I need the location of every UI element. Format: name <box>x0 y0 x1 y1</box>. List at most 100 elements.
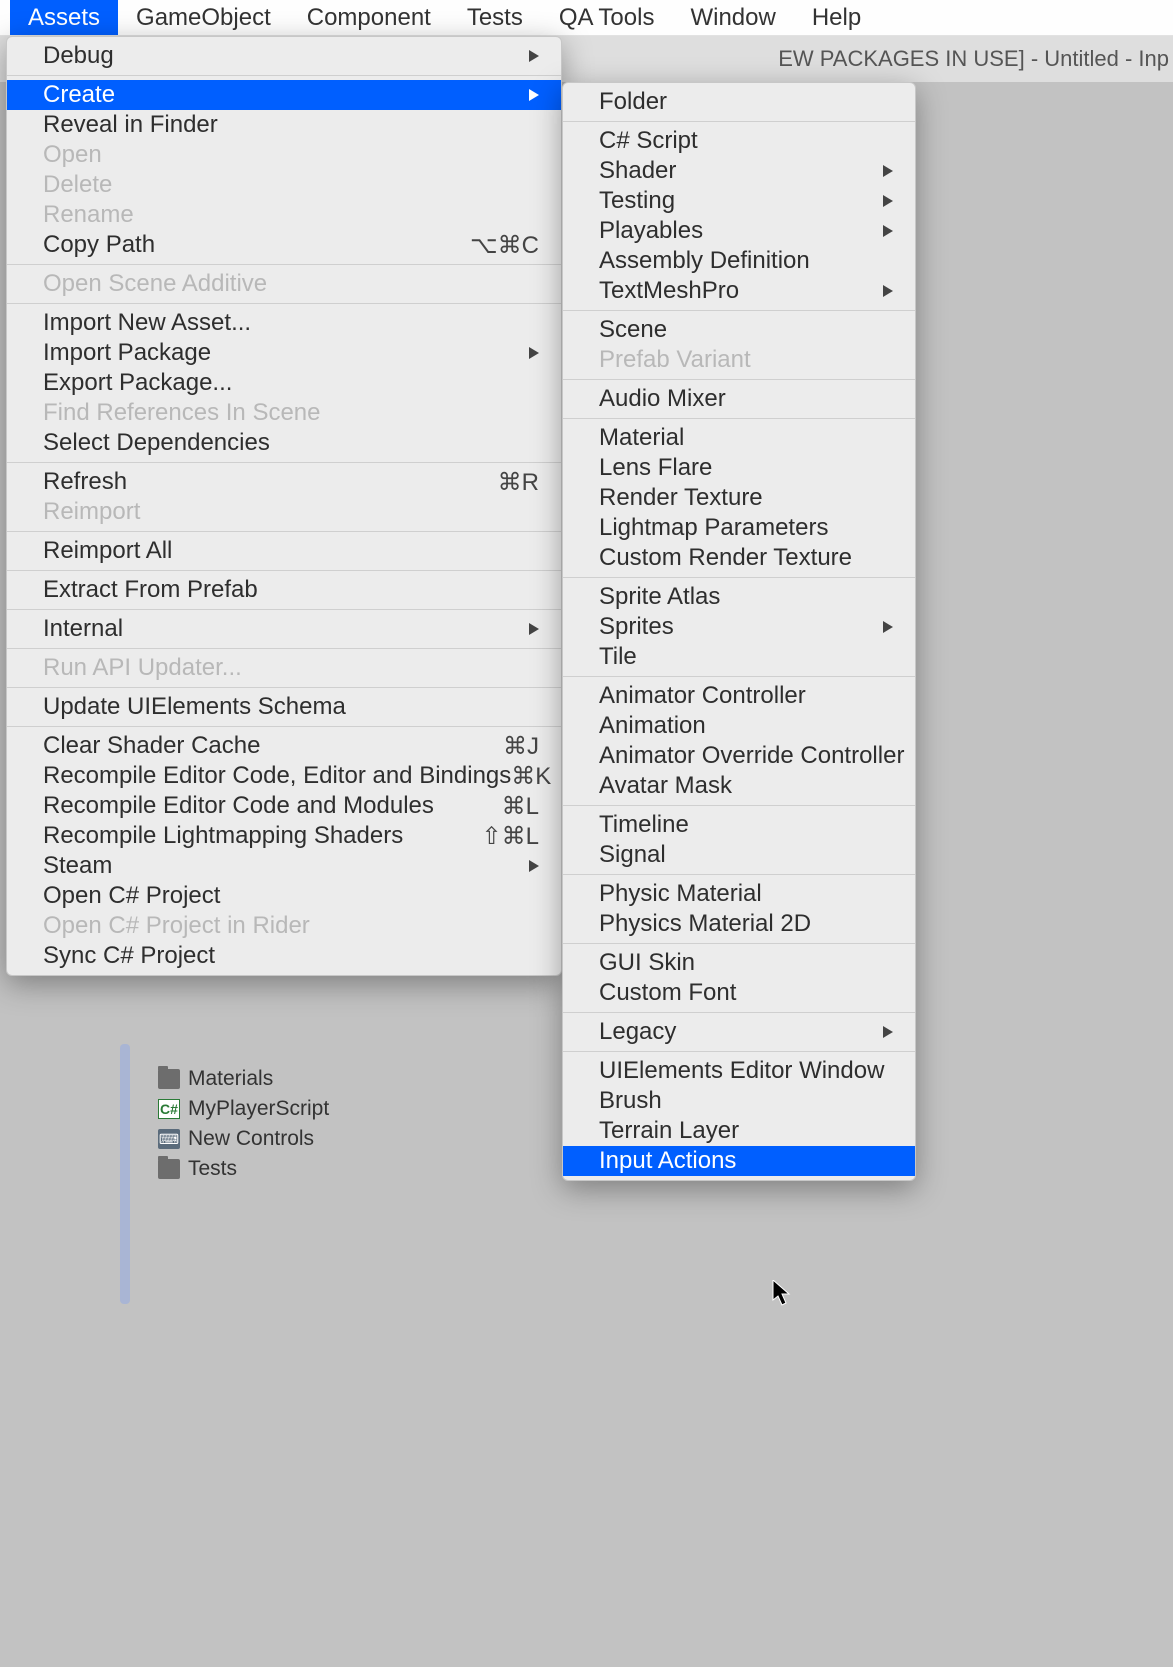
assets-menu-item-create[interactable]: Create <box>7 80 561 110</box>
create-menu-item-animation[interactable]: Animation <box>563 711 915 741</box>
menu-item-shortcut: ⌥⌘C <box>470 231 539 260</box>
assets-menu-item-select-dependencies[interactable]: Select Dependencies <box>7 428 561 458</box>
menu-item-label: Sprites <box>599 613 879 641</box>
create-menu-item-render-texture[interactable]: Render Texture <box>563 483 915 513</box>
create-submenu: Folder C# ScriptShaderTestingPlayablesAss… <box>562 82 916 1181</box>
submenu-arrow-icon <box>879 225 893 237</box>
create-menu-item-sprites[interactable]: Sprites <box>563 612 915 642</box>
assets-menu-item-open-c-project[interactable]: Open C# Project <box>7 881 561 911</box>
menu-item-shortcut: ⌘L <box>502 792 539 821</box>
menubar-item-tests[interactable]: Tests <box>449 0 541 35</box>
create-menu-item-scene[interactable]: Scene <box>563 315 915 345</box>
project-item-new-controls[interactable]: ⌨New Controls <box>118 1124 518 1154</box>
create-menu-item-gui-skin[interactable]: GUI Skin <box>563 948 915 978</box>
menu-item-label: Sprite Atlas <box>599 583 893 611</box>
create-menu-item-c-script[interactable]: C# Script <box>563 126 915 156</box>
create-menu-item-material[interactable]: Material <box>563 423 915 453</box>
assets-menu-item-run-api-updater: Run API Updater... <box>7 653 561 683</box>
menu-item-label: Animator Override Controller <box>599 742 904 770</box>
menu-item-label: C# Script <box>599 127 893 155</box>
create-menu-item-custom-font[interactable]: Custom Font <box>563 978 915 1008</box>
create-menu-item-shader[interactable]: Shader <box>563 156 915 186</box>
menu-item-label: Recompile Lightmapping Shaders <box>43 822 482 850</box>
menubar-item-help[interactable]: Help <box>794 0 879 35</box>
menu-item-label: Custom Render Texture <box>599 544 893 572</box>
menu-item-label: Testing <box>599 187 879 215</box>
menu-item-label: Sync C# Project <box>43 942 539 970</box>
menubar-item-assets[interactable]: Assets <box>10 0 118 35</box>
menubar-item-window[interactable]: Window <box>672 0 793 35</box>
assets-menu-item-import-package[interactable]: Import Package <box>7 338 561 368</box>
menu-separator <box>7 648 561 649</box>
create-menu-item-custom-render-texture[interactable]: Custom Render Texture <box>563 543 915 573</box>
create-menu-item-animator-controller[interactable]: Animator Controller <box>563 681 915 711</box>
create-menu-item-audio-mixer[interactable]: Audio Mixer <box>563 384 915 414</box>
create-menu-item-physics-material-2d[interactable]: Physics Material 2D <box>563 909 915 939</box>
create-menu-item-playables[interactable]: Playables <box>563 216 915 246</box>
menubar-item-component[interactable]: Component <box>289 0 449 35</box>
create-menu-item-lens-flare[interactable]: Lens Flare <box>563 453 915 483</box>
assets-menu-item-import-new-asset[interactable]: Import New Asset... <box>7 308 561 338</box>
assets-menu-item-extract-from-prefab[interactable]: Extract From Prefab <box>7 575 561 605</box>
create-menu-item-textmeshpro[interactable]: TextMeshPro <box>563 276 915 306</box>
menu-item-label: Scene <box>599 316 893 344</box>
menu-item-label: Reveal in Finder <box>43 111 539 139</box>
assets-menu-item-clear-shader-cache[interactable]: Clear Shader Cache⌘J <box>7 731 561 761</box>
assets-menu-item-sync-c-project[interactable]: Sync C# Project <box>7 941 561 971</box>
create-menu-item-testing[interactable]: Testing <box>563 186 915 216</box>
assets-menu-item-export-package[interactable]: Export Package... <box>7 368 561 398</box>
assets-menu-item-open-c-project-in-rider: Open C# Project in Rider <box>7 911 561 941</box>
create-menu-item-timeline[interactable]: Timeline <box>563 810 915 840</box>
assets-menu-item-reimport-all[interactable]: Reimport All <box>7 536 561 566</box>
menu-item-label: Internal <box>43 615 525 643</box>
menu-item-label: Open Scene Additive <box>43 270 539 298</box>
project-item-label: MyPlayerScript <box>188 1097 329 1121</box>
assets-menu-item-recompile-editor-code-editor-and-bindings[interactable]: Recompile Editor Code, Editor and Bindin… <box>7 761 561 791</box>
create-menu-item-uielements-editor-window[interactable]: UIElements Editor Window <box>563 1056 915 1086</box>
menubar-item-gameobject[interactable]: GameObject <box>118 0 289 35</box>
menu-item-label: Run API Updater... <box>43 654 539 682</box>
menu-item-label: Recompile Editor Code, Editor and Bindin… <box>43 762 511 790</box>
project-item-myplayerscript[interactable]: C#MyPlayerScript <box>118 1094 518 1124</box>
menu-separator <box>7 531 561 532</box>
create-menu-item-sprite-atlas[interactable]: Sprite Atlas <box>563 582 915 612</box>
create-menu-item-animator-override-controller[interactable]: Animator Override Controller <box>563 741 915 771</box>
create-menu-item-legacy[interactable]: Legacy <box>563 1017 915 1047</box>
create-menu-item-terrain-layer[interactable]: Terrain Layer <box>563 1116 915 1146</box>
project-item-tests[interactable]: Tests <box>118 1154 518 1184</box>
create-menu-item-avatar-mask[interactable]: Avatar Mask <box>563 771 915 801</box>
input-actions-icon: ⌨ <box>158 1129 180 1149</box>
project-item-materials[interactable]: Materials <box>118 1064 518 1094</box>
menu-item-label: Audio Mixer <box>599 385 893 413</box>
create-menu-item-prefab-variant: Prefab Variant <box>563 345 915 375</box>
create-menu-item-signal[interactable]: Signal <box>563 840 915 870</box>
assets-menu-item-update-uielements-schema[interactable]: Update UIElements Schema <box>7 692 561 722</box>
assets-menu-item-debug[interactable]: Debug <box>7 41 561 71</box>
assets-menu-item-recompile-editor-code-and-modules[interactable]: Recompile Editor Code and Modules⌘L <box>7 791 561 821</box>
create-menu-item-brush[interactable]: Brush <box>563 1086 915 1116</box>
assets-menu-item-recompile-lightmapping-shaders[interactable]: Recompile Lightmapping Shaders⇧⌘L <box>7 821 561 851</box>
assets-menu-item-copy-path[interactable]: Copy Path⌥⌘C <box>7 230 561 260</box>
menu-item-label: Folder <box>599 88 893 116</box>
menu-item-label: Lens Flare <box>599 454 893 482</box>
create-menu-item-tile[interactable]: Tile <box>563 642 915 672</box>
menu-separator <box>7 264 561 265</box>
project-scrollbar[interactable] <box>120 1044 130 1304</box>
assets-menu: DebugCreateReveal in FinderOpenDeleteRen… <box>6 36 562 976</box>
menu-item-label: Assembly Definition <box>599 247 893 275</box>
assets-menu-item-reveal-in-finder[interactable]: Reveal in Finder <box>7 110 561 140</box>
create-menu-item-physic-material[interactable]: Physic Material <box>563 879 915 909</box>
assets-menu-item-delete: Delete <box>7 170 561 200</box>
assets-menu-item-refresh[interactable]: Refresh⌘R <box>7 467 561 497</box>
assets-menu-item-internal[interactable]: Internal <box>7 614 561 644</box>
menu-item-label: TextMeshPro <box>599 277 879 305</box>
create-menu-item-folder[interactable]: Folder <box>563 87 915 117</box>
assets-menu-item-rename: Rename <box>7 200 561 230</box>
menu-item-label: Lightmap Parameters <box>599 514 893 542</box>
menu-separator <box>563 418 915 419</box>
create-menu-item-input-actions[interactable]: Input Actions <box>563 1146 915 1176</box>
create-menu-item-lightmap-parameters[interactable]: Lightmap Parameters <box>563 513 915 543</box>
menubar-item-qa-tools[interactable]: QA Tools <box>541 0 673 35</box>
create-menu-item-assembly-definition[interactable]: Assembly Definition <box>563 246 915 276</box>
assets-menu-item-steam[interactable]: Steam <box>7 851 561 881</box>
